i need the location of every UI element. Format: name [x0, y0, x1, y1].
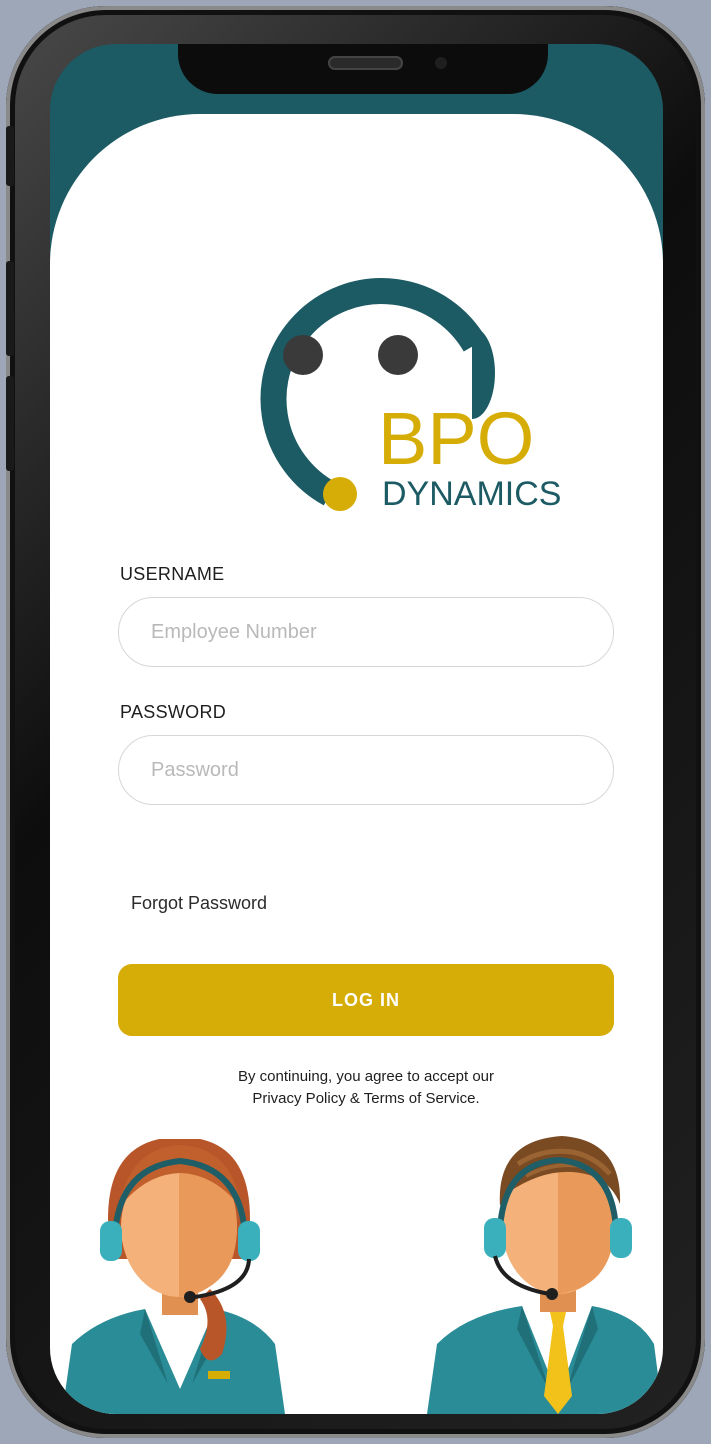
bpo-dynamics-logo: BPO DYNAMICS	[260, 278, 560, 513]
phone-screen: BPO DYNAMICS USERNAME PASSWORD Forgot Pa…	[50, 44, 663, 1414]
logo-text-dynamics: DYNAMICS	[382, 475, 560, 513]
terms-notice: By continuing, you agree to accept our P…	[118, 1066, 614, 1110]
password-input[interactable]	[149, 757, 613, 783]
volume-up-button	[6, 261, 14, 356]
forgot-password-link[interactable]: Forgot Password	[131, 893, 267, 914]
male-agent-illustration	[427, 1136, 663, 1414]
female-agent-illustration	[62, 1139, 285, 1414]
terms-line-1: By continuing, you agree to accept our	[238, 1068, 494, 1085]
volume-down-button	[6, 376, 14, 471]
phone-notch	[178, 44, 548, 94]
speaker-grille	[328, 56, 403, 70]
mute-switch	[6, 126, 14, 186]
privacy-terms-link[interactable]: Privacy Policy & Terms of Service.	[118, 1088, 614, 1110]
logo-text-bpo: BPO	[378, 397, 534, 480]
username-input[interactable]	[149, 619, 613, 645]
login-button[interactable]: LOG IN	[118, 964, 614, 1036]
username-field[interactable]	[118, 597, 614, 667]
login-sheet: BPO DYNAMICS USERNAME PASSWORD Forgot Pa…	[50, 114, 663, 1414]
front-camera	[435, 57, 447, 69]
password-field[interactable]	[118, 735, 614, 805]
password-label: PASSWORD	[120, 702, 227, 722]
username-label: USERNAME	[120, 564, 225, 584]
